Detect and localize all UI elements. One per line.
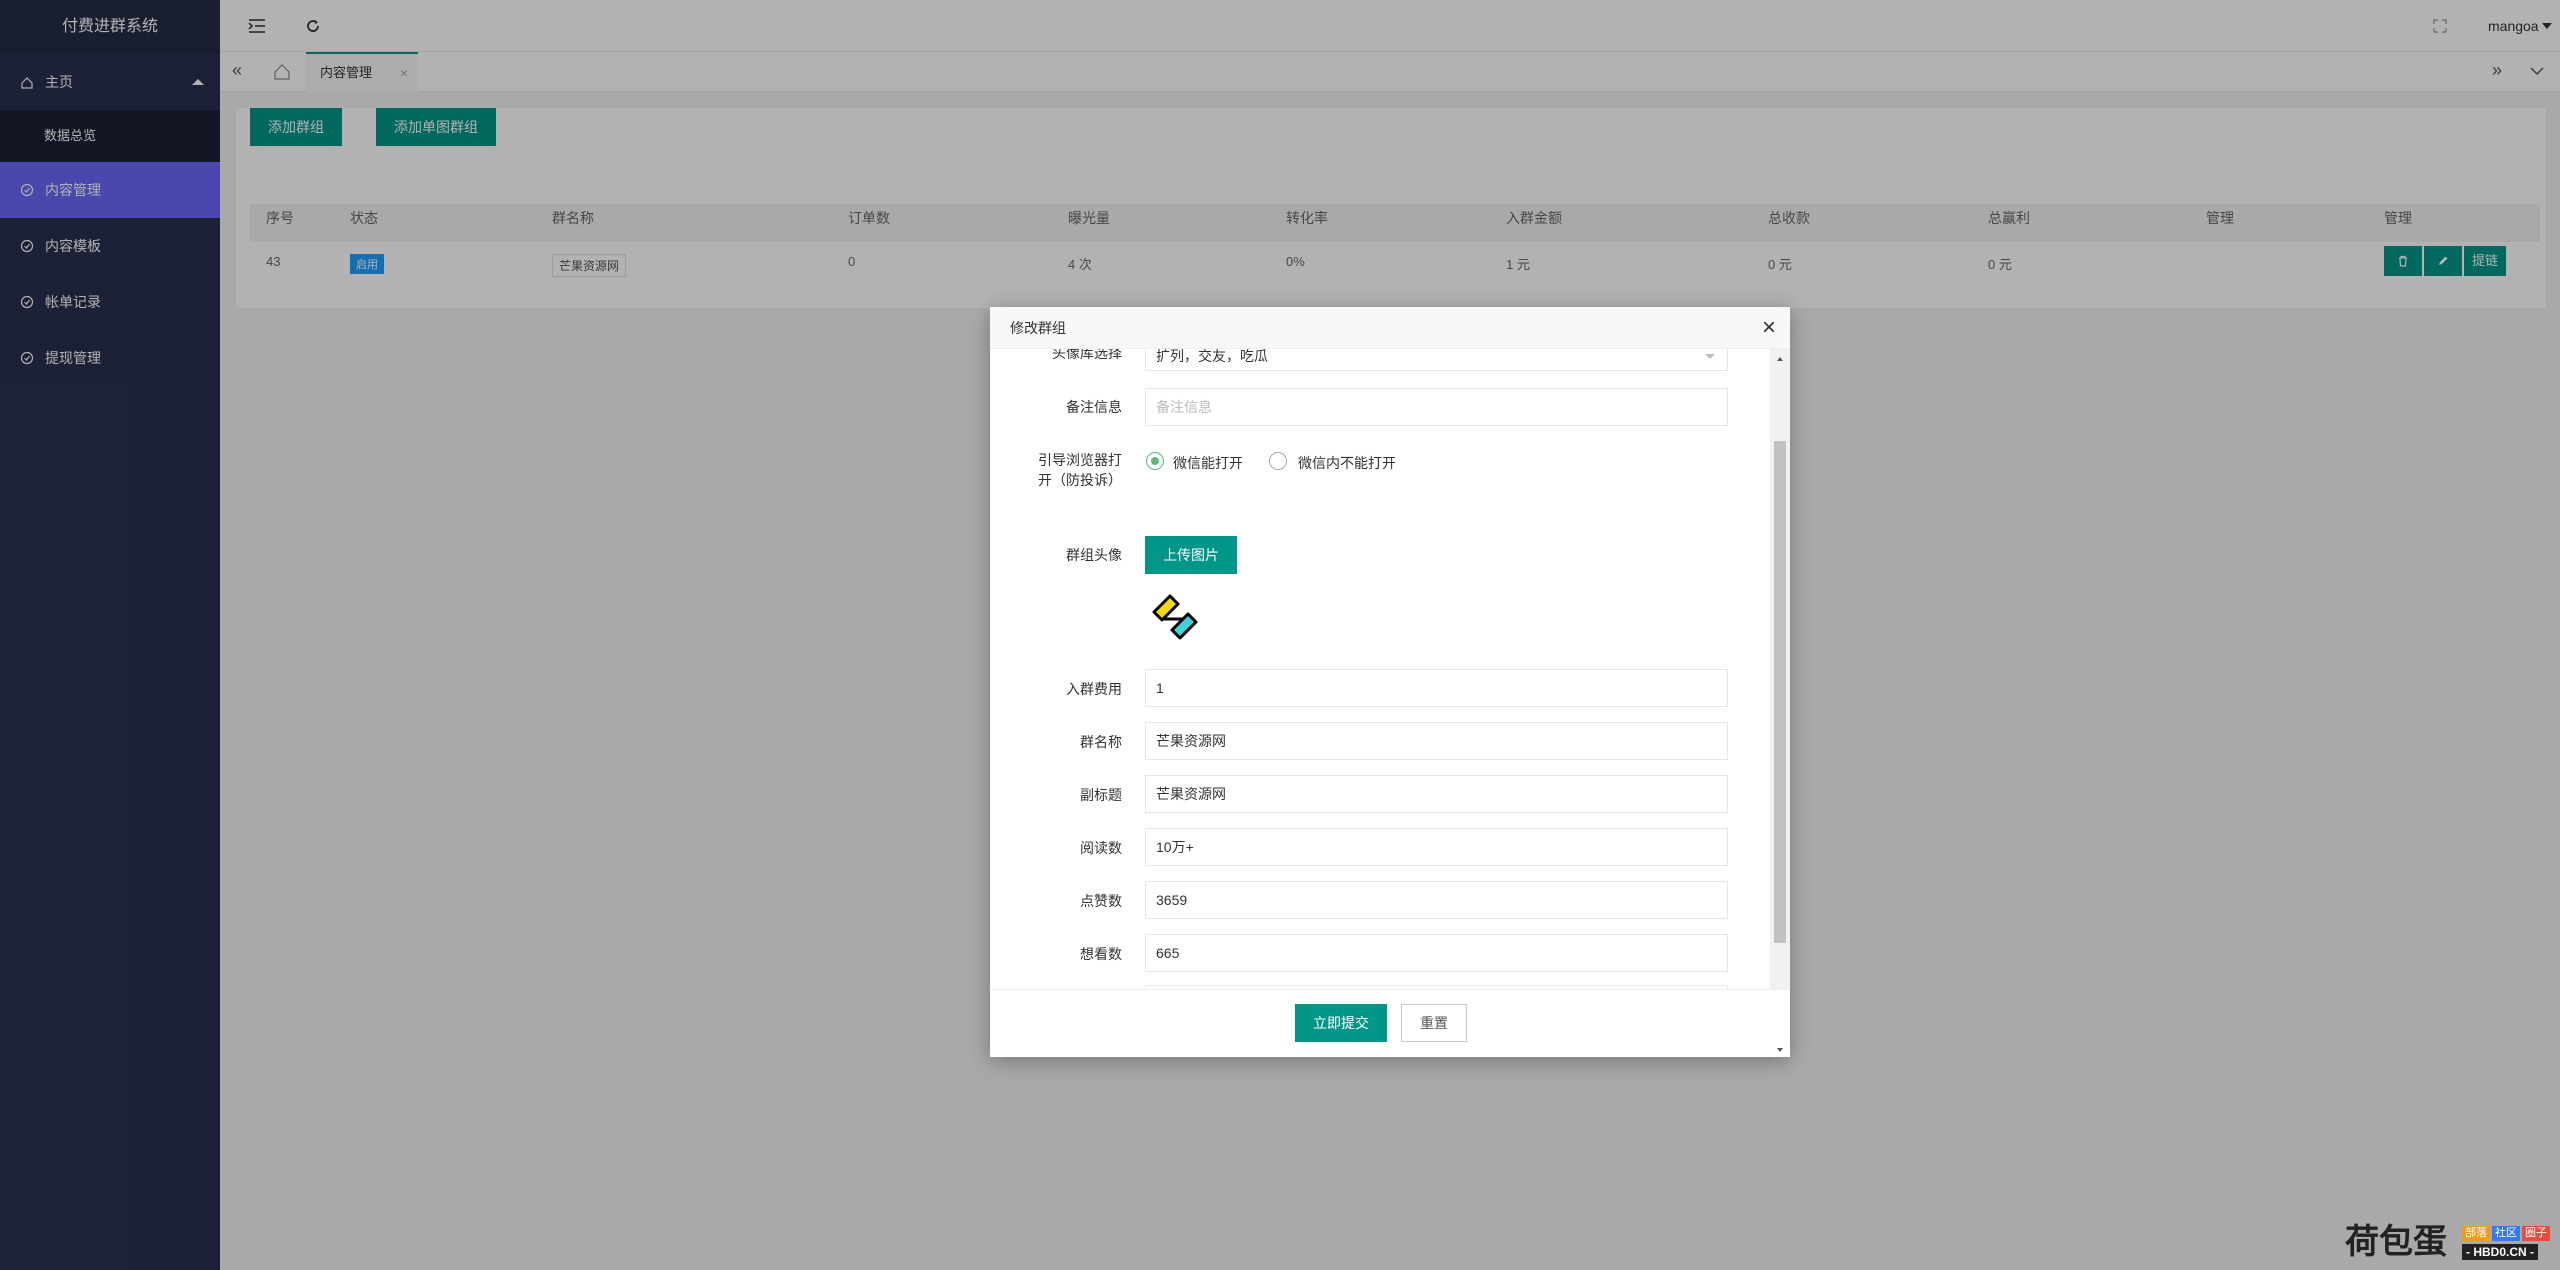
group-name-label: 群名称 [1080,734,1122,750]
subtitle-input[interactable]: 芒果资源网 [1145,775,1728,813]
watermark-brand: 荷包蛋 [2345,1223,2447,1261]
avatar-lib-select[interactable]: 扩列，交友，吃瓜 [1145,349,1728,371]
want-label: 想看数 [1080,946,1122,962]
radio-wechat-open[interactable] [1146,452,1164,470]
scroll-up-icon[interactable] [1777,357,1783,361]
close-icon[interactable]: × [1762,315,1776,341]
modal-body: 头像库选择 扩列，交友，吃瓜 备注信息 备注信息 引导浏览器打开（防投诉） 微信… [990,349,1770,989]
fee-input[interactable]: 1 [1145,669,1728,707]
watermark-tag: 部落 [2462,1226,2490,1241]
chevron-down-icon [1705,354,1715,359]
remark-label: 备注信息 [1066,399,1122,415]
fee-label: 入群费用 [1066,681,1122,697]
radio-wechat-open-label[interactable]: 微信能打开 [1173,453,1243,473]
likes-input[interactable]: 3659 [1145,881,1728,919]
modal-footer: 立即提交 重置 [990,989,1790,1057]
avatar-preview-image [1152,594,1198,640]
group-name-input[interactable]: 芒果资源网 [1145,722,1728,760]
avatar-lib-value: 扩列，交友，吃瓜 [1156,349,1268,364]
radio-wechat-block[interactable] [1269,452,1287,470]
likes-label: 点赞数 [1080,893,1122,909]
subtitle-label: 副标题 [1080,787,1122,803]
reset-button[interactable]: 重置 [1401,1004,1467,1042]
avatar-label: 群组头像 [1066,547,1122,563]
submit-button[interactable]: 立即提交 [1295,1004,1387,1042]
remark-input[interactable]: 备注信息 [1145,388,1728,426]
watermark-logo: 荷包蛋 部落 社区 圈子 - HBD0.CN - [2345,1220,2555,1266]
scroll-down-icon[interactable] [1777,1048,1783,1052]
modal-scrollbar[interactable] [1770,349,1790,989]
modal-title: 修改群组 [990,307,1790,349]
radio-wechat-block-label[interactable]: 微信内不能打开 [1298,453,1396,473]
upload-image-button[interactable]: 上传图片 [1145,536,1237,574]
scroll-thumb[interactable] [1774,441,1786,943]
reads-label: 阅读数 [1080,840,1122,856]
guide-label: 引导浏览器打开（防投诉） [1038,452,1122,488]
watermark-tag: 圈子 [2522,1226,2550,1241]
edit-group-modal: 修改群组 × 头像库选择 扩列，交友，吃瓜 备注信息 备注信息 引导浏览器打开（… [990,307,1790,1057]
avatar-lib-label: 头像库选择 [1052,349,1122,361]
want-input[interactable]: 665 [1145,934,1728,972]
watermark-tag: 社区 [2492,1226,2520,1241]
watermark-site: - HBD0.CN - [2462,1244,2538,1260]
reads-input[interactable]: 10万+ [1145,828,1728,866]
